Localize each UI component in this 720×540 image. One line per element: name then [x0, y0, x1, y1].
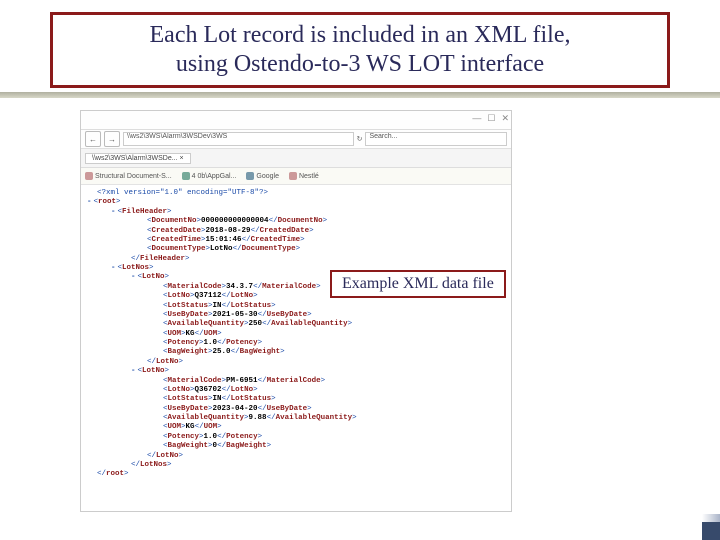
xml-lotno-close: </LotNo> [87, 452, 505, 461]
xml-createdtime: <CreatedTime>15:01:46</CreatedTime> [87, 236, 505, 245]
xml-root-close: </root> [87, 470, 505, 479]
slide-corner-accent [702, 522, 720, 540]
xml-documenttype: <DocumentType>LotNo</DocumentType> [87, 245, 505, 254]
browser-tab[interactable]: \\ws2\3WS\Alarm\3WSDe... × [85, 153, 191, 164]
callout-label: Example XML data file [330, 270, 506, 298]
window-maximize-button[interactable]: ☐ [487, 113, 495, 124]
xml-lot2-qty: <AvailableQuantity>9.88</AvailableQuanti… [87, 414, 505, 423]
favorite-label: Structural Document-S... [95, 173, 172, 180]
address-bar[interactable]: \\ws2\3WS\Alarm\3WSDev\3WS [123, 132, 354, 146]
favorite-link[interactable]: 4 0b\AppGal... [182, 172, 237, 180]
window-minimize-button[interactable]: — [472, 113, 481, 124]
browser-tab-strip: \\ws2\3WS\Alarm\3WSDe... × [81, 149, 511, 168]
xml-lot2-uom: <UOM>KG</UOM> [87, 423, 505, 432]
xml-createddate: <CreatedDate>2018-08-29</CreatedDate> [87, 227, 505, 236]
xml-lot2-status: <LotStatus>IN</LotStatus> [87, 395, 505, 404]
favorite-link[interactable]: Google [246, 172, 279, 180]
favorites-bar: Structural Document-S... 4 0b\AppGal... … [81, 168, 511, 185]
search-field[interactable]: Search... [365, 132, 507, 146]
xml-lot1-potency: <Potency>1.0</Potency> [87, 339, 505, 348]
favorite-label: 4 0b\AppGal... [192, 173, 237, 180]
window-close-button[interactable]: ✕ [501, 113, 509, 124]
favorite-icon [182, 172, 190, 180]
window-controls: — ☐ ✕ [472, 113, 509, 124]
browser-window: — ☐ ✕ ← → \\ws2\3WS\Alarm\3WSDev\3WS ↻ S… [80, 110, 512, 512]
favorite-link[interactable]: Nestlé [289, 172, 319, 180]
favorite-label: Google [256, 173, 279, 180]
favorite-icon [85, 172, 93, 180]
back-button[interactable]: ← [85, 131, 101, 147]
favorite-icon [289, 172, 297, 180]
favorite-icon [246, 172, 254, 180]
xml-lot2-potency: <Potency>1.0</Potency> [87, 433, 505, 442]
slide-divider [0, 92, 720, 98]
favorite-link[interactable]: Structural Document-S... [85, 172, 172, 180]
xml-lot1-bagweight: <BagWeight>25.0</BagWeight> [87, 348, 505, 357]
xml-lot1-usebydate: <UseByDate>2021-05-30</UseByDate> [87, 311, 505, 320]
window-titlebar: — ☐ ✕ [81, 111, 511, 130]
browser-nav-bar: ← → \\ws2\3WS\Alarm\3WSDev\3WS ↻ Search.… [81, 130, 511, 149]
slide-title-line2: using Ostendo-to-3 WS LOT interface [63, 50, 657, 79]
xml-fileheader-open: -<FileHeader> [87, 208, 505, 217]
slide: Each Lot record is included in an XML fi… [0, 0, 720, 540]
xml-lot1-uom: <UOM>KG</UOM> [87, 330, 505, 339]
xml-lot1-qty: <AvailableQuantity>250</AvailableQuantit… [87, 320, 505, 329]
forward-button[interactable]: → [104, 131, 120, 147]
xml-lot1-status: <LotStatus>IN</LotStatus> [87, 302, 505, 311]
xml-lot2-bagweight: <BagWeight>0</BagWeight> [87, 442, 505, 451]
xml-prolog: <?xml version="1.0" encoding="UTF-8"?> [87, 189, 505, 198]
xml-lot2-material: <MaterialCode>PM-6951</MaterialCode> [87, 377, 505, 386]
xml-root-open: -<root> [87, 198, 505, 207]
xml-documentno: <DocumentNo>000000000000004</DocumentNo> [87, 217, 505, 226]
xml-content: <?xml version="1.0" encoding="UTF-8"?> -… [81, 185, 511, 484]
xml-lot2-usebydate: <UseByDate>2023-04-20</UseByDate> [87, 405, 505, 414]
slide-title-line1: Each Lot record is included in an XML fi… [63, 21, 657, 50]
xml-lotnos-close: </LotNos> [87, 461, 505, 470]
slide-title-box: Each Lot record is included in an XML fi… [50, 12, 670, 88]
favorite-label: Nestlé [299, 173, 319, 180]
xml-lotno-open: -<LotNo> [87, 367, 505, 376]
xml-fileheader-close: </FileHeader> [87, 255, 505, 264]
xml-lot2-lotno: <LotNo>Q36702</LotNo> [87, 386, 505, 395]
refresh-icon[interactable]: ↻ [357, 135, 363, 143]
xml-lotno-close: </LotNo> [87, 358, 505, 367]
